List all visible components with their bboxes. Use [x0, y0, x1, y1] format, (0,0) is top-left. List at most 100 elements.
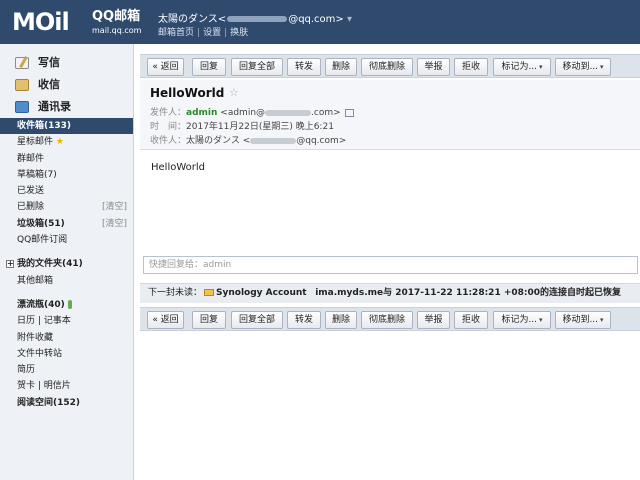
bottle-icon	[67, 299, 72, 309]
sidebar-item-file-transfer[interactable]: 文件中转站	[0, 346, 133, 362]
receive-button[interactable]: 收信	[0, 74, 133, 96]
logo-url: mail.qq.com	[92, 26, 142, 35]
quick-reply-input[interactable]: 快捷回复给：admin	[143, 256, 638, 274]
compose-label: 写信	[38, 56, 60, 69]
delete-permanently-button[interactable]: 彻底删除	[361, 58, 413, 76]
star-icon: ★	[55, 137, 64, 148]
quick-actions: 写信 收信 通讯录	[0, 44, 133, 118]
mail-home-link[interactable]: 邮箱首页	[158, 28, 194, 38]
sidebar-item-other-mailboxes[interactable]: 其他邮箱	[0, 273, 133, 289]
chevron-down-icon: ▾	[600, 63, 604, 71]
reply-button[interactable]: 回复	[192, 311, 226, 329]
reply-all-button[interactable]: 回复全部	[231, 311, 283, 329]
folder-label: 垃圾箱(51)	[17, 218, 65, 229]
reject-button[interactable]: 拒收	[454, 58, 488, 76]
sidebar-item-attachments[interactable]: 附件收藏	[0, 330, 133, 346]
sidebar-item-group[interactable]: 群邮件	[0, 151, 133, 167]
mark-as-label: 标记为...	[501, 62, 538, 72]
contact-card-icon[interactable]	[344, 108, 354, 117]
from-label: 发件人：	[150, 108, 187, 118]
folder-label: 文件中转站	[17, 348, 63, 359]
change-skin-link[interactable]: 换肤	[230, 28, 248, 38]
sidebar-item-cards[interactable]: 贺卡 | 明信片	[0, 378, 133, 394]
delete-permanently-button[interactable]: 彻底删除	[361, 311, 413, 329]
chevron-down-icon: ▾	[539, 63, 543, 71]
sidebar-item-my-folders[interactable]: + 我的文件夹(41)	[0, 256, 133, 272]
to-row: 收件人：太陽のダンス < @qq.com>	[150, 133, 346, 146]
redacted-email	[250, 137, 297, 144]
contacts-button[interactable]: 通讯录	[0, 96, 133, 118]
back-button[interactable]: « 返回	[147, 311, 184, 329]
next-unread-bar[interactable]: 下一封未读： Synology Account ima.myds.me与 2017…	[140, 283, 640, 303]
reply-all-button[interactable]: 回复全部	[231, 58, 283, 76]
sender-email-prefix: <admin@	[220, 108, 266, 118]
delete-button[interactable]: 删除	[325, 311, 357, 329]
back-button[interactable]: « 返回	[147, 58, 184, 76]
move-to-label: 移动到...	[562, 315, 599, 325]
folder-label: 附件收藏	[17, 332, 54, 343]
sidebar-item-drift-bottle[interactable]: 漂流瓶(40)	[0, 297, 133, 313]
folder-label: 其他邮箱	[17, 275, 54, 286]
sender-name[interactable]: admin	[186, 108, 217, 118]
contacts-icon	[15, 101, 29, 113]
star-icon[interactable]: ☆	[229, 86, 239, 99]
recipient-name[interactable]: 太陽のダンス <	[186, 136, 250, 146]
next-unread-text: ima.myds.me与 2017-11-22 11:28:21 +08:00的…	[315, 288, 622, 298]
recipient-email-suffix: @qq.com>	[296, 136, 347, 146]
forward-button[interactable]: 转发	[287, 58, 321, 76]
user-name: 太陽のダンス<	[158, 14, 227, 25]
report-button[interactable]: 举报	[417, 311, 450, 329]
sidebar-item-subscriptions[interactable]: QQ邮件订阅	[0, 232, 133, 248]
sidebar-item-resume[interactable]: 简历	[0, 362, 133, 378]
next-unread-label: 下一封未读：	[148, 288, 203, 298]
envelope-icon	[204, 289, 215, 296]
chevron-down-icon: ▾	[600, 316, 604, 324]
sidebar-item-spam[interactable]: 垃圾箱(51) [清空]	[0, 216, 133, 232]
reject-button[interactable]: 拒收	[454, 311, 488, 329]
mark-as-dropdown[interactable]: 标记为... ▾	[493, 58, 551, 76]
folder-label: 收件箱(133)	[17, 121, 72, 131]
qq-mail-logo[interactable]: MOil QQ邮箱 mail.qq.com	[12, 8, 152, 38]
top-toolbar: « 返回 回复 回复全部 转发 删除 彻底删除 举报 拒收 标记为... ▾ 移动…	[140, 54, 640, 78]
sidebar-item-drafts[interactable]: 草稿箱(7)	[0, 167, 133, 183]
compose-button[interactable]: 写信	[0, 52, 133, 74]
logo-title: QQ邮箱	[92, 9, 141, 24]
reply-button[interactable]: 回复	[192, 58, 226, 76]
user-account[interactable]: 太陽のダンス< @qq.com> ▾	[158, 10, 352, 25]
move-to-dropdown[interactable]: 移动到... ▾	[555, 58, 611, 76]
divider	[0, 289, 133, 297]
folder-label: QQ邮件订阅	[17, 235, 68, 246]
logo-mark: MOil	[12, 8, 70, 36]
mark-as-label: 标记为...	[501, 315, 538, 325]
redacted-email	[227, 16, 288, 22]
settings-link[interactable]: 设置	[203, 28, 221, 38]
move-to-dropdown[interactable]: 移动到... ▾	[555, 311, 611, 329]
folder-label: 已删除	[17, 202, 45, 213]
mail-body: HelloWorld	[151, 162, 206, 173]
chevron-down-icon[interactable]: ▾	[347, 14, 352, 25]
receive-label: 收信	[38, 78, 60, 91]
clear-deleted-link[interactable]: [清空]	[102, 199, 127, 215]
clear-spam-link[interactable]: [清空]	[102, 216, 127, 232]
delete-button[interactable]: 删除	[325, 58, 357, 76]
contacts-label: 通讯录	[38, 100, 71, 113]
forward-button[interactable]: 转发	[287, 311, 321, 329]
mark-as-dropdown[interactable]: 标记为... ▾	[493, 311, 551, 329]
time-label: 时 间：	[150, 122, 187, 132]
sidebar-item-starred[interactable]: 星标邮件 ★	[0, 134, 133, 150]
sidebar-item-calendar[interactable]: 日历 | 记事本	[0, 313, 133, 329]
top-header: MOil QQ邮箱 mail.qq.com 太陽のダンス< @qq.com> ▾ …	[0, 0, 640, 44]
sidebar-item-reading-space[interactable]: 阅读空间(152)	[0, 395, 133, 411]
report-button[interactable]: 举报	[417, 58, 450, 76]
time-value: 2017年11月22日(星期三) 晚上6:21	[186, 122, 334, 132]
sidebar-item-deleted[interactable]: 已删除 [清空]	[0, 199, 133, 215]
from-row: 发件人：admin <admin@ .com>	[150, 105, 354, 118]
redacted-domain	[265, 109, 312, 116]
folder-label: 已发送	[17, 186, 45, 197]
folder-label: 星标邮件	[17, 137, 54, 148]
expand-icon[interactable]: +	[6, 260, 14, 269]
folder-label: 简历	[17, 365, 36, 376]
sidebar-item-sent[interactable]: 已发送	[0, 183, 133, 199]
folder-label: 漂流瓶(40)	[17, 299, 65, 310]
sidebar-item-inbox[interactable]: 收件箱(133)	[0, 118, 133, 135]
